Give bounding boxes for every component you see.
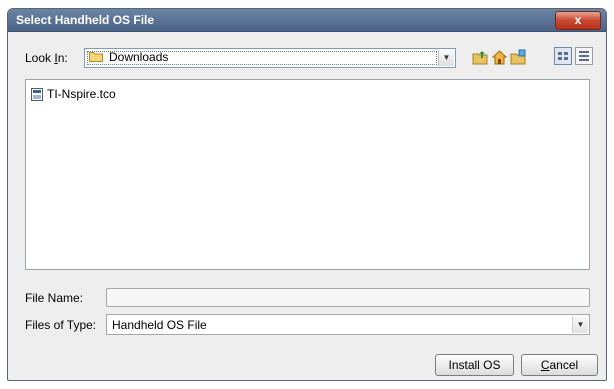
cancel-button[interactable]: Cancel bbox=[521, 354, 598, 376]
up-one-level-icon[interactable] bbox=[472, 49, 489, 66]
chevron-down-icon[interactable]: ▼ bbox=[438, 50, 454, 66]
files-of-type-value: Handheld OS File bbox=[112, 318, 207, 332]
home-icon[interactable] bbox=[491, 49, 508, 66]
details-view-button[interactable] bbox=[575, 47, 593, 65]
file-name-input[interactable] bbox=[106, 288, 590, 307]
files-of-type-label: Files of Type: bbox=[25, 318, 97, 332]
new-folder-icon[interactable] bbox=[510, 49, 527, 66]
look-in-label: Look In: bbox=[25, 51, 68, 65]
title-bar[interactable]: Select Handheld OS File x bbox=[8, 9, 606, 32]
list-view-icon bbox=[558, 52, 568, 60]
file-name: TI-Nspire.tco bbox=[47, 87, 116, 101]
file-list[interactable]: TI-Nspire.tco bbox=[25, 79, 590, 270]
os-file-icon bbox=[31, 88, 43, 101]
install-os-button[interactable]: Install OS bbox=[435, 354, 514, 376]
dialog-title: Select Handheld OS File bbox=[16, 13, 155, 27]
look-in-dropdown[interactable]: Downloads ▼ bbox=[84, 48, 456, 68]
close-button[interactable]: x bbox=[555, 11, 601, 30]
folder-icon bbox=[89, 52, 103, 62]
details-view-icon bbox=[579, 51, 589, 61]
look-in-value: Downloads bbox=[109, 50, 169, 64]
install-os-label: Install OS bbox=[448, 358, 501, 372]
chevron-down-icon[interactable]: ▼ bbox=[572, 316, 588, 333]
cancel-label: ancel bbox=[549, 358, 579, 372]
close-icon: x bbox=[574, 13, 582, 27]
select-os-file-dialog: Select Handheld OS File x Look In: Downl… bbox=[7, 8, 607, 381]
file-name-label: File Name: bbox=[25, 291, 84, 305]
files-of-type-dropdown[interactable]: Handheld OS File ▼ bbox=[106, 314, 590, 335]
list-view-button[interactable] bbox=[554, 47, 572, 65]
